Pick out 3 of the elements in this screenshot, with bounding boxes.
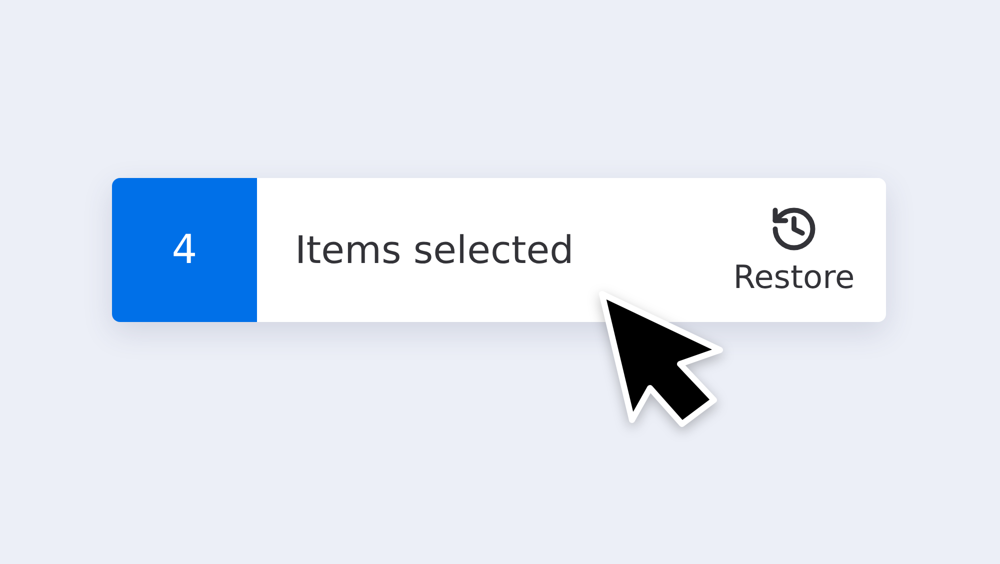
restore-button[interactable]: Restore [716,178,886,322]
selection-label: Items selected [294,227,575,274]
selection-count: 4 [112,178,257,322]
